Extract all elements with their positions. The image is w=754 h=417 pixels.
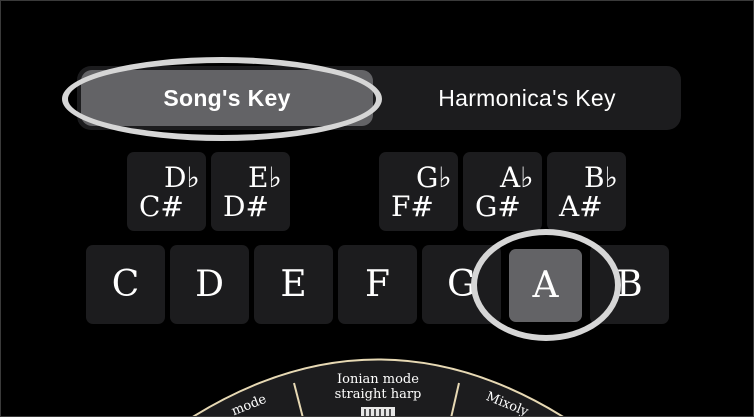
dial-center-subtitle: straight harp (334, 387, 422, 402)
harmonica-icon (361, 407, 395, 416)
app-window: Song's Key Harmonica's Key D♭ C# E♭ D# G… (0, 0, 754, 417)
dial-center-title: Ionian mode (337, 372, 419, 387)
mode-dial[interactable] (1, 1, 754, 417)
